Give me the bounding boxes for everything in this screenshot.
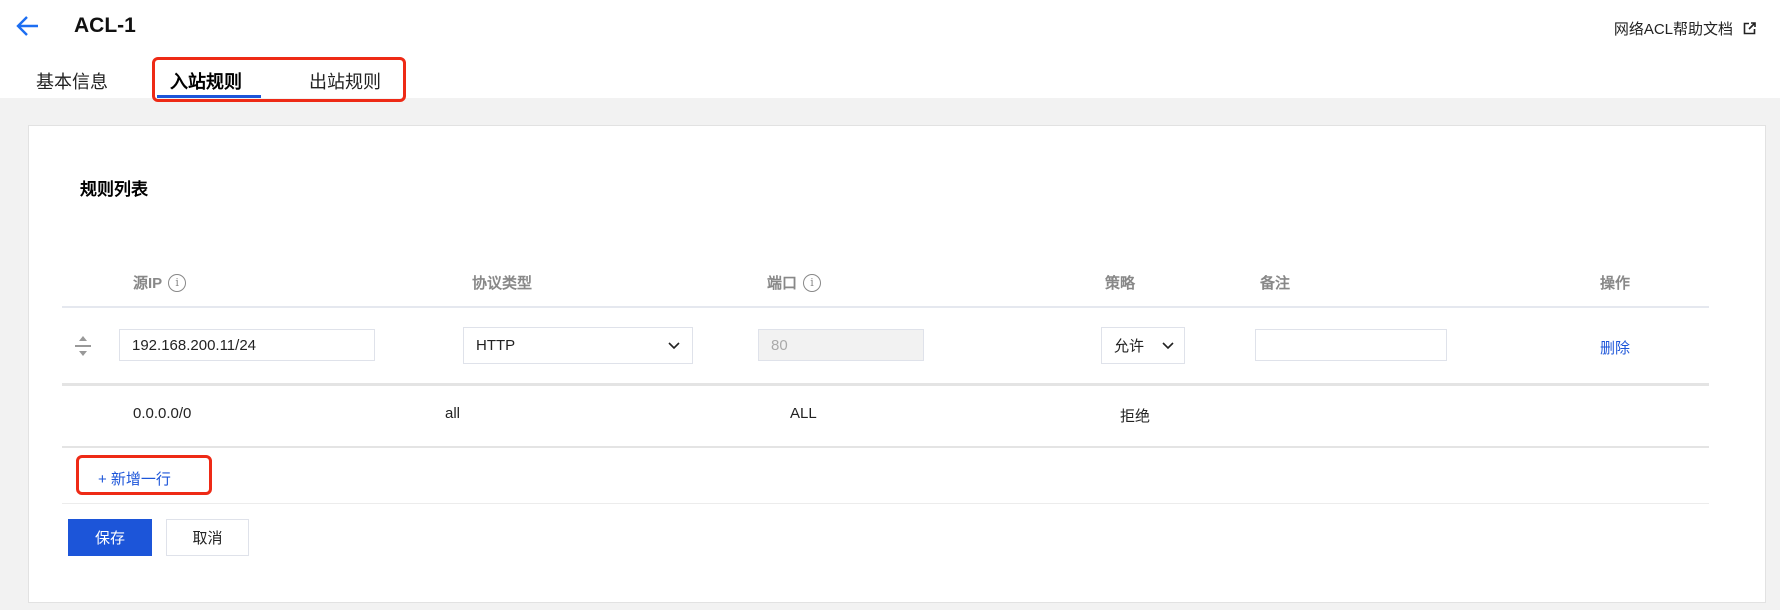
port-input[interactable]: 80 — [758, 329, 924, 361]
policy-select[interactable]: 允许 — [1101, 327, 1185, 364]
divider — [62, 383, 1709, 386]
col-port: 端口 i — [767, 272, 822, 293]
row-port: ALL — [790, 405, 817, 422]
row-protocol: all — [445, 405, 461, 422]
highlight-box-tabs — [152, 57, 406, 102]
policy-value: 允许 — [1114, 338, 1145, 355]
save-button[interactable]: 保存 — [68, 519, 152, 556]
cancel-button[interactable]: 取消 — [166, 519, 249, 556]
col-protocol: 协议类型 — [472, 272, 532, 293]
back-arrow-icon[interactable] — [14, 14, 40, 38]
section-title: 规则列表 — [80, 180, 148, 199]
col-label: 策略 — [1105, 275, 1136, 292]
help-doc-label: 网络ACL帮助文档 — [1613, 21, 1733, 38]
col-action: 操作 — [1600, 272, 1630, 293]
info-icon[interactable]: i — [803, 273, 822, 292]
col-remark: 备注 — [1260, 272, 1290, 293]
remark-input[interactable] — [1255, 329, 1447, 361]
help-doc-link[interactable]: 网络ACL帮助文档 — [1614, 18, 1756, 39]
col-policy: 策略 — [1105, 272, 1135, 293]
col-label: 源IP — [133, 275, 163, 292]
page-title: ACL-1 — [74, 14, 136, 37]
external-link-icon — [1743, 22, 1756, 35]
source-ip-input[interactable]: 192.168.200.11/24 — [119, 329, 375, 361]
chevron-down-icon — [668, 341, 680, 349]
info-icon[interactable]: i — [168, 273, 187, 292]
rules-card — [28, 125, 1766, 603]
tab-basic-info[interactable]: 基本信息 — [36, 68, 108, 94]
divider — [62, 446, 1709, 448]
chevron-down-icon — [1162, 341, 1174, 349]
col-source-ip: 源IP i — [133, 272, 187, 293]
col-label: 协议类型 — [472, 275, 533, 292]
delete-link[interactable]: 删除 — [1600, 337, 1630, 358]
drag-sort-icon[interactable] — [74, 333, 92, 359]
divider — [62, 306, 1709, 308]
col-label: 端口 — [767, 275, 798, 292]
highlight-box-add-row — [76, 455, 212, 495]
protocol-select[interactable]: HTTP — [463, 327, 693, 364]
col-label: 备注 — [1260, 275, 1291, 292]
row-source-ip: 0.0.0.0/0 — [133, 405, 192, 422]
col-label: 操作 — [1600, 275, 1631, 292]
protocol-value: HTTP — [476, 337, 516, 354]
row-policy: 拒绝 — [1120, 408, 1151, 425]
divider — [62, 503, 1709, 504]
